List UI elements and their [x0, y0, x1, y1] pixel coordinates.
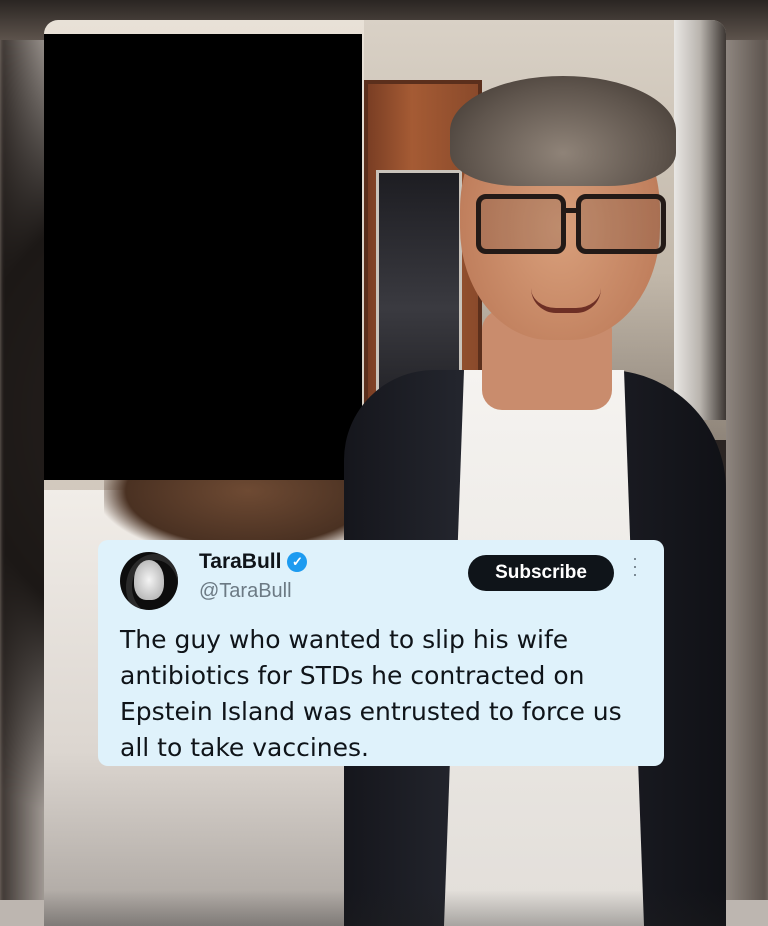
- verified-checkmark-icon: ✓: [287, 552, 308, 572]
- photo-bottom-fade: [44, 890, 726, 926]
- glasses-lens-left: [476, 194, 566, 254]
- photo-door-frame: [674, 20, 726, 420]
- author-handle[interactable]: @TaraBull: [199, 580, 292, 603]
- photo-person-glasses: [476, 194, 666, 254]
- subscribe-button[interactable]: Subscribe: [468, 555, 614, 591]
- avatar[interactable]: [120, 552, 178, 610]
- avatar-face: [134, 560, 164, 600]
- author-display-name[interactable]: TaraBull: [199, 550, 281, 574]
- photo-person-hair: [450, 76, 676, 186]
- glasses-lens-right: [576, 194, 666, 254]
- more-options-icon[interactable]: · · ·: [632, 549, 638, 583]
- redaction-block: [44, 34, 362, 480]
- tweet-card: TaraBull ✓ @TaraBull Subscribe · · · The g…: [98, 540, 664, 766]
- background-photo: [44, 20, 726, 926]
- tweet-author-row: TaraBull ✓: [199, 550, 308, 574]
- tweet-text: The guy who wanted to slip his wife anti…: [120, 625, 622, 762]
